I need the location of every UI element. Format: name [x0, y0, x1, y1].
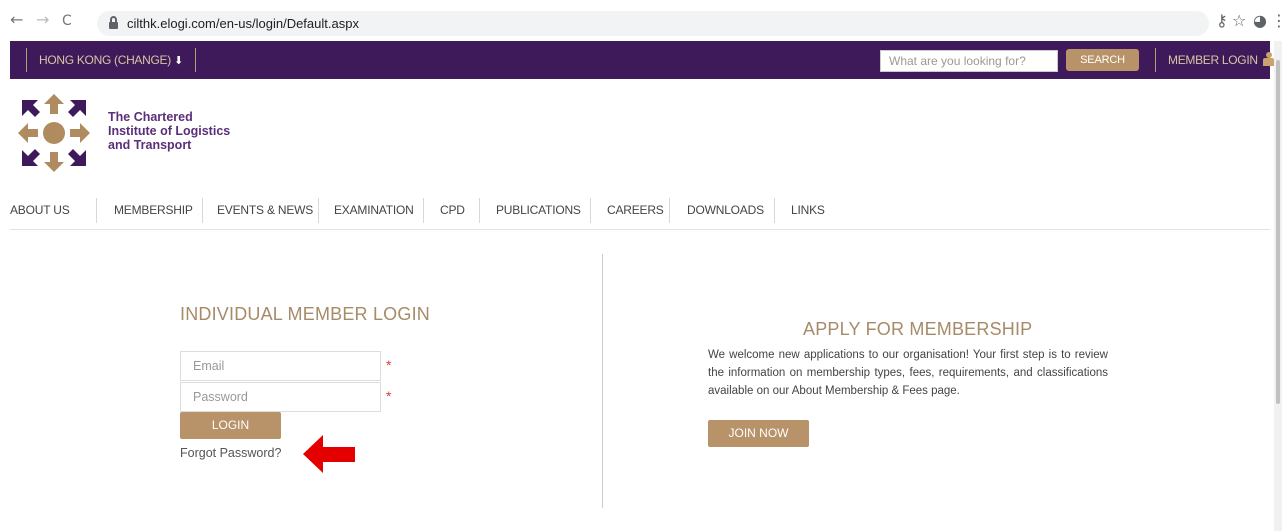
nav-separator	[202, 198, 203, 223]
scrollbar-thumb[interactable]	[1276, 60, 1280, 404]
forward-icon[interactable]: →	[36, 12, 49, 28]
login-button[interactable]: LOGIN	[180, 412, 281, 439]
nav-careers[interactable]: CAREERS	[607, 201, 664, 223]
url-text: cilthk.elogi.com/en-us/login/Default.asp…	[127, 16, 359, 31]
member-login-link[interactable]: MEMBER LOGIN	[1155, 48, 1274, 72]
nav-separator	[423, 198, 424, 223]
nav-separator	[590, 198, 591, 223]
apply-description: We welcome new applications to our organ…	[708, 349, 1108, 397]
nav-about-us[interactable]: ABOUT US	[10, 201, 70, 223]
browser-menu-icon[interactable]: ⋮	[1271, 11, 1282, 30]
organisation-name[interactable]: The Chartered Institute of Logistics and…	[108, 110, 230, 152]
nav-events-news[interactable]: EVENTS & NEWS	[217, 201, 313, 223]
logo-line-3: and Transport	[108, 138, 192, 152]
section-divider	[602, 254, 603, 508]
browser-toolbar: ← → C cilthk.elogi.com/en-us/login/Defau…	[0, 0, 1282, 41]
password-field[interactable]	[180, 382, 381, 412]
nav-separator	[479, 198, 480, 223]
join-now-button[interactable]: JOIN NOW	[708, 420, 809, 447]
email-field[interactable]	[180, 351, 381, 381]
required-marker: *	[386, 357, 392, 373]
address-bar[interactable]: cilthk.elogi.com/en-us/login/Default.asp…	[97, 11, 1209, 36]
nav-downloads[interactable]: DOWNLOADS	[687, 201, 764, 223]
site-topbar: HONG KONG (CHANGE) ⬇ SEARCH MEMBER LOGIN	[10, 41, 1274, 79]
nav-links[interactable]: LINKS	[791, 201, 825, 223]
region-selector[interactable]: HONG KONG (CHANGE) ⬇	[26, 48, 196, 72]
red-arrow-icon	[303, 435, 355, 473]
login-heading: INDIVIDUAL MEMBER LOGIN	[180, 304, 430, 324]
nav-membership[interactable]: MEMBERSHIP	[114, 201, 193, 223]
apply-heading: APPLY FOR MEMBERSHIP	[803, 319, 1033, 339]
search-input[interactable]	[880, 50, 1058, 72]
nav-separator	[318, 198, 319, 223]
key-icon[interactable]: ⚷	[1216, 11, 1228, 30]
reload-icon[interactable]: C	[62, 13, 72, 29]
nav-separator	[774, 198, 775, 223]
lock-icon	[109, 16, 118, 29]
cilt-logo-icon[interactable]	[16, 92, 92, 174]
forgot-password-link[interactable]: Forgot Password?	[180, 446, 281, 460]
bookmark-star-icon[interactable]: ☆	[1232, 11, 1246, 30]
nav-examination[interactable]: EXAMINATION	[334, 201, 414, 223]
back-icon[interactable]: ←	[10, 12, 23, 28]
down-arrow-icon: ⬇	[174, 54, 183, 67]
nav-cpd[interactable]: CPD	[440, 201, 465, 223]
nav-separator	[96, 198, 97, 223]
nav-publications[interactable]: PUBLICATIONS	[496, 201, 581, 223]
required-marker: *	[386, 388, 392, 404]
region-label: HONG KONG (CHANGE)	[39, 53, 171, 67]
nav-separator	[669, 198, 670, 223]
member-login-label: MEMBER LOGIN	[1168, 53, 1258, 67]
profile-icon[interactable]: ◕	[1253, 11, 1267, 30]
person-icon	[1262, 52, 1274, 66]
logo-line-2: Institute of Logistics	[108, 124, 231, 138]
search-button[interactable]: SEARCH	[1066, 49, 1139, 71]
logo-line-1: The Chartered	[108, 110, 193, 124]
main-navigation: ABOUT US MEMBERSHIP EVENTS & NEWS EXAMIN…	[10, 192, 1270, 230]
